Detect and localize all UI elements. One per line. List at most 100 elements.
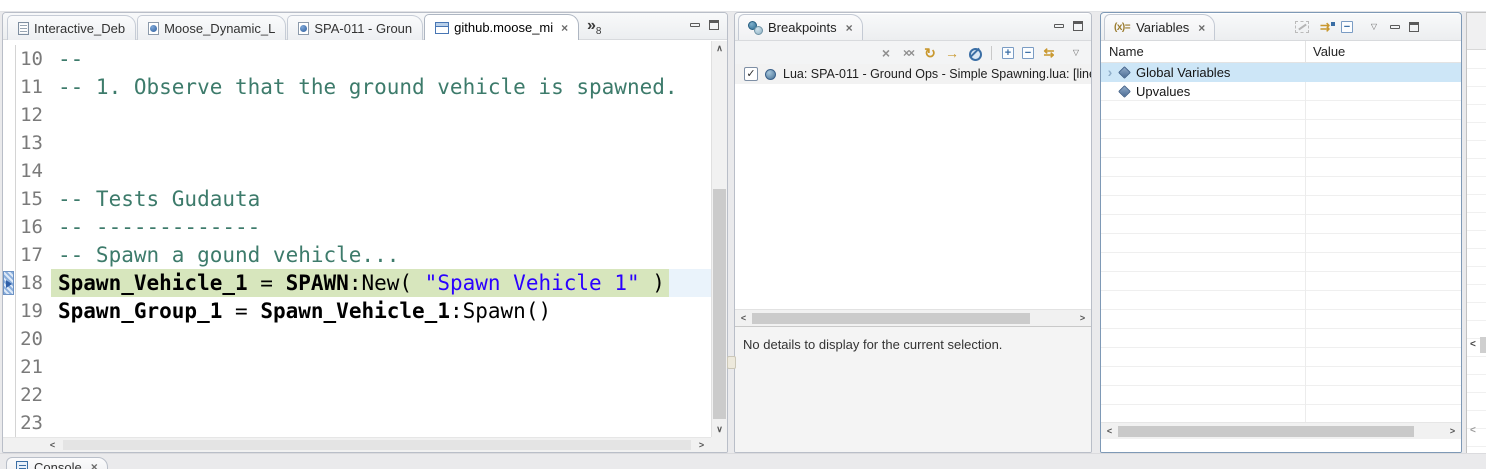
gutter-margin — [3, 269, 15, 297]
code-line-14[interactable]: 14 — [3, 157, 711, 185]
minimize-icon[interactable] — [690, 23, 700, 27]
goto-breakpoint-file-icon[interactable]: → — [945, 46, 959, 60]
scroll-right-icon[interactable]: > — [1075, 311, 1090, 326]
code-line-18[interactable]: 18Spawn_Vehicle_1 = SPAWN:New( "Spawn Ve… — [3, 269, 711, 297]
code-line-19[interactable]: 19Spawn_Group_1 = Spawn_Vehicle_1:Spawn(… — [3, 297, 711, 325]
scrollbar-thumb[interactable] — [1480, 337, 1486, 353]
code-editor[interactable]: 10--11-- 1. Observe that the ground vehi… — [3, 41, 711, 437]
line-number: 16 — [15, 213, 51, 241]
collapse-all-icon[interactable]: − — [1022, 47, 1034, 59]
code-token: Spawn_Group_1 — [58, 299, 222, 323]
maximize-icon[interactable] — [1073, 21, 1083, 31]
scrollbar-thumb[interactable] — [1118, 426, 1414, 437]
tab-breakpoints[interactable]: Breakpoints × — [738, 14, 863, 40]
breakpoint-label: Lua: SPA-011 - Ground Ops - Simple Spawn… — [783, 67, 1091, 81]
variable-row-upvalues[interactable]: Upvalues — [1101, 82, 1461, 101]
tab-console[interactable]: Console × — [6, 457, 108, 469]
expand-all-icon[interactable]: + — [1002, 47, 1014, 59]
breakpoints-list[interactable]: ✓ Lua: SPA-011 - Ground Ops - Simple Spaw… — [735, 64, 1091, 326]
console-icon — [16, 461, 28, 469]
sash-grip[interactable] — [727, 356, 736, 369]
variables-column-headers: Name Value — [1101, 41, 1461, 63]
tab-label: Variables — [1136, 20, 1189, 35]
maximize-icon[interactable] — [1409, 22, 1419, 32]
editor-tab-spa-011-groun[interactable]: SPA-011 - Groun — [287, 15, 423, 40]
link-with-debug-view-icon[interactable]: ⇆ — [1042, 46, 1056, 60]
variable-row-global-variables[interactable]: ›Global Variables — [1101, 63, 1461, 82]
lua-file-icon — [148, 22, 159, 35]
breakpoint-item[interactable]: ✓ Lua: SPA-011 - Ground Ops - Simple Spaw… — [735, 64, 1091, 84]
scroll-right-icon[interactable]: > — [694, 438, 709, 453]
expand-chevron-icon[interactable]: › — [1101, 64, 1119, 81]
scrollbar-thumb[interactable] — [752, 313, 1030, 324]
scroll-left-icon[interactable]: < — [45, 438, 60, 453]
scroll-left-icon[interactable]: < — [736, 311, 751, 326]
maximize-icon[interactable] — [709, 20, 719, 30]
code-line-15[interactable]: 15-- Tests Gudauta — [3, 185, 711, 213]
editor-tab-interactive-deb[interactable]: Interactive_Deb — [7, 15, 136, 40]
editor-tab-github-moose-mi[interactable]: github.moose_mi × — [424, 14, 579, 40]
editor-window-icon — [435, 22, 449, 34]
arrow-tree-icon[interactable]: ⇉ — [1318, 20, 1332, 34]
code-line-22[interactable]: 22 — [3, 381, 711, 409]
code-token: Spawn_Vehicle_1 — [260, 299, 450, 323]
scrollbar-thumb[interactable] — [713, 189, 726, 419]
line-number: 12 — [15, 101, 51, 129]
code-token: :Spawn() — [450, 299, 551, 323]
line-number: 21 — [15, 353, 51, 381]
code-line-23[interactable]: 23 — [3, 409, 711, 437]
code-token: -- Tests Gudauta — [58, 187, 260, 211]
view-menu-icon[interactable]: ▽ — [1367, 20, 1381, 34]
view-menu-icon[interactable]: ▽ — [1069, 46, 1083, 60]
editor-vertical-scrollbar[interactable]: ∧ ∨ — [711, 41, 727, 437]
gutter-margin — [3, 45, 15, 73]
variables-horizontal-scrollbar[interactable]: < > — [1101, 422, 1461, 439]
variable-name: Upvalues — [1136, 84, 1190, 99]
remove-breakpoint-icon[interactable]: × — [879, 46, 893, 60]
code-line-20[interactable]: 20 — [3, 325, 711, 353]
collapse-all-icon[interactable]: − — [1341, 21, 1353, 33]
code-line-10[interactable]: 10-- — [3, 45, 711, 73]
column-header-name[interactable]: Name — [1109, 44, 1144, 59]
scroll-left-icon[interactable]: < — [1102, 424, 1117, 439]
scrollbar-thumb[interactable] — [63, 440, 691, 450]
close-icon[interactable]: × — [1198, 21, 1205, 35]
skip-all-breakpoints-icon[interactable] — [967, 46, 981, 60]
toolbar-separator — [991, 46, 992, 60]
close-icon[interactable]: × — [846, 21, 853, 35]
tab-label: github.moose_mi — [454, 20, 553, 35]
variables-icon: (x)= — [1114, 22, 1130, 33]
scroll-down-icon[interactable]: ∨ — [712, 422, 727, 437]
column-header-value[interactable]: Value — [1313, 44, 1345, 59]
code-line-21[interactable]: 21 — [3, 353, 711, 381]
code-line-11[interactable]: 11-- 1. Observe that the ground vehicle … — [3, 73, 711, 101]
scroll-right-icon[interactable]: > — [1445, 424, 1460, 439]
editor-horizontal-scrollbar[interactable]: < > — [3, 437, 711, 452]
code-line-17[interactable]: 17-- Spawn a gound vehicle... — [3, 241, 711, 269]
breakpoint-checkbox[interactable]: ✓ — [744, 67, 758, 81]
code-line-16[interactable]: 16-- ------------- — [3, 213, 711, 241]
code-line-13[interactable]: 13 — [3, 129, 711, 157]
scroll-left-icon[interactable]: < — [1470, 425, 1476, 436]
code-token: = — [222, 299, 260, 323]
scroll-left-icon[interactable]: < — [1470, 339, 1476, 350]
show-logical-structure-icon[interactable] — [1295, 21, 1309, 33]
variables-table[interactable]: ›Global Variables Upvalues — [1101, 63, 1461, 422]
scroll-up-icon[interactable]: ∧ — [712, 41, 727, 56]
line-number: 11 — [15, 73, 51, 101]
remove-all-breakpoints-icon[interactable]: ×× — [901, 46, 915, 60]
close-icon[interactable]: × — [561, 21, 568, 35]
tab-overflow-button[interactable]: »8 — [587, 17, 601, 37]
tab-variables[interactable]: (x)= Variables × — [1104, 14, 1215, 40]
variables-tab-bar: (x)= Variables × ⇉− ▽ — [1101, 14, 1461, 41]
reapply-breakpoints-icon[interactable]: ↻ — [923, 46, 937, 60]
debug-line-highlight: Spawn_Vehicle_1 = SPAWN:New( "Spawn Vehi… — [51, 269, 669, 297]
code-text: -- — [51, 45, 711, 73]
variables-panel: (x)= Variables × ⇉− ▽ Name Value ›Global … — [1100, 12, 1462, 453]
close-icon[interactable]: × — [91, 460, 98, 469]
minimize-icon[interactable] — [1054, 24, 1064, 28]
breakpoints-horizontal-scrollbar[interactable]: < > — [735, 309, 1091, 326]
editor-tab-moose-dynamic-l[interactable]: Moose_Dynamic_L — [137, 15, 286, 40]
code-line-12[interactable]: 12 — [3, 101, 711, 129]
minimize-icon[interactable] — [1390, 25, 1400, 29]
